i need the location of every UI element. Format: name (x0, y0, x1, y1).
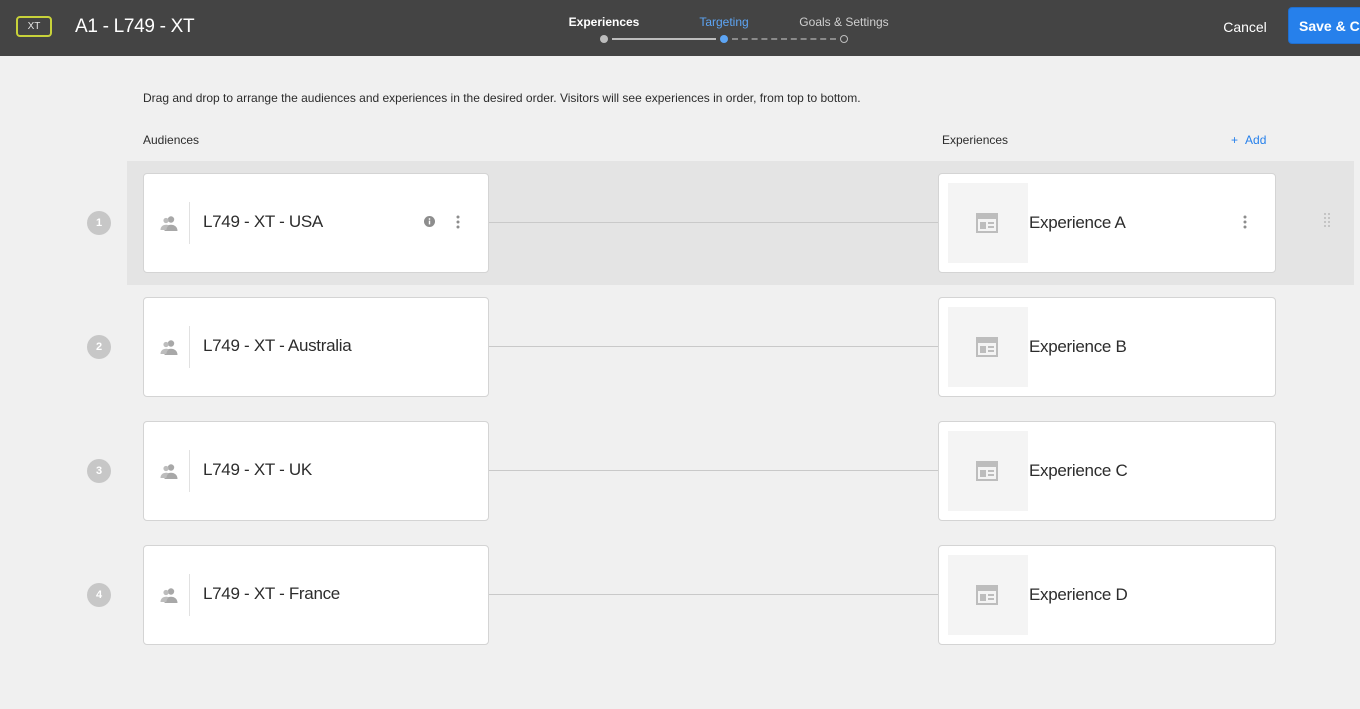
audience-card-divider (189, 326, 190, 368)
row-number-badge: 2 (87, 335, 111, 359)
experience-layout-icon (976, 337, 998, 357)
audience-card[interactable]: L749 - XT - USA (143, 173, 489, 273)
row-number-badge: 1 (87, 211, 111, 235)
more-vertical-icon[interactable] (1243, 215, 1247, 229)
experience-name: Experience B (1029, 337, 1127, 356)
audience-people-icon (160, 340, 178, 355)
experience-card[interactable]: Experience C (938, 421, 1276, 521)
audience-name: L749 - XT - France (203, 584, 340, 603)
save-close-button[interactable]: Save & Close (1288, 7, 1360, 44)
header-bar: XT A1 - L749 - XT Experiences Targeting … (0, 0, 1360, 56)
step-experiences-dot (600, 35, 608, 43)
add-experience-link[interactable]: + Add (1231, 133, 1266, 147)
info-icon[interactable] (424, 216, 435, 227)
row-connector (489, 222, 938, 223)
audience-card-divider (189, 450, 190, 492)
audience-people-icon (160, 464, 178, 479)
step-progress-line (612, 38, 716, 40)
cancel-button[interactable]: Cancel (1212, 11, 1278, 43)
audiences-column-header: Audiences (143, 133, 200, 147)
step-goals-settings[interactable]: Goals & Settings (799, 15, 888, 29)
audience-name: L749 - XT - Australia (203, 336, 352, 355)
workflow-steps: Experiences Targeting Goals & Settings (0, 0, 1360, 56)
audience-card-divider (189, 202, 190, 244)
audience-card[interactable]: L749 - XT - Australia (143, 297, 489, 397)
experience-thumbnail (948, 555, 1028, 635)
experiences-column-header: Experiences (942, 133, 1009, 147)
row-connector (489, 346, 938, 347)
audience-card[interactable]: L749 - XT - France (143, 545, 489, 645)
audience-card-divider (189, 574, 190, 616)
experience-thumbnail (948, 183, 1028, 263)
experience-card[interactable]: Experience B (938, 297, 1276, 397)
experience-layout-icon (976, 461, 998, 481)
experience-layout-icon (976, 585, 998, 605)
instructions-text: Drag and drop to arrange the audiences a… (143, 91, 861, 105)
row-number-badge: 3 (87, 459, 111, 483)
step-goals-settings-dot (840, 35, 848, 43)
experience-layout-icon (976, 213, 998, 233)
audience-people-icon (160, 216, 178, 231)
more-vertical-icon[interactable] (456, 215, 460, 229)
step-pending-line (732, 38, 836, 40)
experience-name: Experience D (1029, 585, 1128, 604)
experience-card[interactable]: Experience A (938, 173, 1276, 273)
audience-people-icon (160, 588, 178, 603)
audience-name: L749 - XT - USA (203, 212, 323, 231)
drag-handle-icon[interactable] (1324, 213, 1330, 227)
audience-name: L749 - XT - UK (203, 460, 312, 479)
experience-name: Experience A (1029, 213, 1126, 232)
experience-name: Experience C (1029, 461, 1128, 480)
step-experiences[interactable]: Experiences (569, 15, 640, 29)
experience-thumbnail (948, 431, 1028, 511)
add-label: Add (1245, 133, 1267, 147)
experience-thumbnail (948, 307, 1028, 387)
row-connector (489, 470, 938, 471)
row-connector (489, 594, 938, 595)
step-targeting-dot (720, 35, 728, 43)
add-plus-icon: + (1231, 133, 1239, 147)
audience-card[interactable]: L749 - XT - UK (143, 421, 489, 521)
row-number-badge: 4 (87, 583, 111, 607)
experience-card[interactable]: Experience D (938, 545, 1276, 645)
step-targeting[interactable]: Targeting (699, 15, 748, 29)
